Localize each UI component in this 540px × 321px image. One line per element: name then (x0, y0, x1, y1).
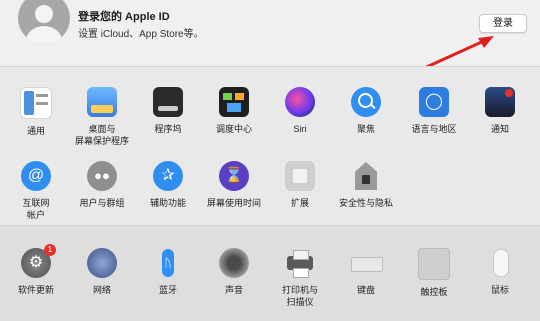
pref-general[interactable]: 通用 (3, 87, 69, 137)
pref-label: 鼠标 (490, 285, 509, 295)
pref-label: 通用 (26, 126, 45, 136)
pref-label: 安全性与隐私 (338, 198, 393, 208)
pref-mouse[interactable]: 鼠标 (467, 248, 533, 296)
pref-desktop-screensaver[interactable]: 桌面与 屏幕保护程序 (69, 87, 135, 147)
trackpad-icon (418, 248, 450, 280)
pref-dock[interactable]: 程序坞 (135, 87, 201, 135)
users-groups-icon: ●● (87, 161, 117, 191)
pref-label: Siri (293, 124, 307, 134)
siri-icon (285, 87, 315, 117)
avatar-body-shape (26, 26, 62, 44)
pref-security-privacy[interactable]: 安全性与隐私 (333, 161, 399, 209)
pref-accessibility[interactable]: ✰ 辅助功能 (135, 161, 201, 209)
avatar[interactable] (18, 0, 70, 44)
notifications-icon (485, 87, 515, 117)
mouse-icon (485, 248, 515, 278)
pref-notifications[interactable]: 通知 (467, 87, 533, 135)
pref-label: 触控板 (420, 287, 448, 297)
pref-label: 键盘 (356, 285, 375, 295)
pref-internet-accounts[interactable]: @ 互联网 帐户 (3, 161, 69, 221)
pref-label: 聚焦 (356, 124, 375, 134)
apple-id-subtitle: 设置 iCloud、App Store等。 (78, 29, 204, 40)
preferences-section-hardware: ⚙ 1 软件更新 网络 ᚢ 蓝牙 声音 打印机与 扫描仪 键盘 触控板 鼠标 (0, 225, 540, 321)
pref-users-groups[interactable]: ●● 用户与群组 (69, 161, 135, 209)
network-icon (87, 248, 117, 278)
language-region-icon: ◯ (419, 87, 449, 117)
pref-sound[interactable]: 声音 (201, 248, 267, 296)
pref-label: 声音 (224, 285, 243, 295)
pref-label: 通知 (490, 124, 509, 134)
spotlight-icon (351, 87, 381, 117)
update-count-badge: 1 (44, 244, 56, 256)
screen-time-icon: ⌛ (219, 161, 249, 191)
login-button[interactable]: 登录 (479, 14, 527, 33)
pref-label: 用户与群组 (79, 198, 125, 208)
pref-network[interactable]: 网络 (69, 248, 135, 296)
sound-icon (219, 248, 249, 278)
pref-label: 蓝牙 (158, 285, 177, 295)
keyboard-icon (351, 248, 383, 278)
pref-extensions[interactable]: 扩展 (267, 161, 333, 209)
internet-accounts-icon: @ (21, 161, 51, 191)
pref-label: 语言与地区 (411, 124, 457, 134)
pref-printers-scanners[interactable]: 打印机与 扫描仪 (267, 248, 333, 308)
pref-bluetooth[interactable]: ᚢ 蓝牙 (135, 248, 201, 296)
pref-label: 桌面与 屏幕保护程序 (74, 124, 129, 146)
pref-label: 软件更新 (17, 285, 54, 295)
printers-scanners-icon (285, 248, 315, 278)
pref-label: 打印机与 扫描仪 (281, 285, 318, 307)
pref-label: 扩展 (290, 198, 309, 208)
pref-label: 辅助功能 (149, 198, 186, 208)
accessibility-icon: ✰ (153, 161, 183, 191)
pref-label: 调度中心 (215, 124, 252, 134)
avatar-head-shape (35, 5, 53, 23)
software-update-icon: ⚙ 1 (21, 244, 56, 278)
pref-label: 互联网 帐户 (22, 198, 50, 220)
extensions-icon (285, 161, 315, 191)
pref-spotlight[interactable]: 聚焦 (333, 87, 399, 135)
desktop-screensaver-icon (87, 87, 117, 117)
pref-mission-control[interactable]: 调度中心 (201, 87, 267, 135)
pref-keyboard[interactable]: 键盘 (333, 248, 399, 296)
preferences-section-personal: 通用 桌面与 屏幕保护程序 程序坞 调度中心 Siri 聚焦 ◯ 语言与地区 通… (0, 66, 540, 225)
pref-trackpad[interactable]: 触控板 (401, 248, 467, 298)
apple-id-header: 登录您的 Apple ID 设置 iCloud、App Store等。 登录 (0, 0, 540, 72)
pref-label: 程序坞 (154, 124, 182, 134)
pref-screen-time[interactable]: ⌛ 屏幕使用时间 (201, 161, 267, 209)
security-privacy-icon (351, 161, 381, 191)
pref-software-update[interactable]: ⚙ 1 软件更新 (3, 244, 69, 296)
bluetooth-icon: ᚢ (153, 248, 183, 278)
pref-siri[interactable]: Siri (267, 87, 333, 135)
mission-control-icon (219, 87, 249, 117)
pref-label: 屏幕使用时间 (206, 198, 261, 208)
general-icon (20, 87, 52, 119)
pref-language-region[interactable]: ◯ 语言与地区 (401, 87, 467, 135)
dock-icon (153, 87, 183, 117)
pref-label: 网络 (92, 285, 111, 295)
apple-id-title: 登录您的 Apple ID (78, 11, 170, 23)
